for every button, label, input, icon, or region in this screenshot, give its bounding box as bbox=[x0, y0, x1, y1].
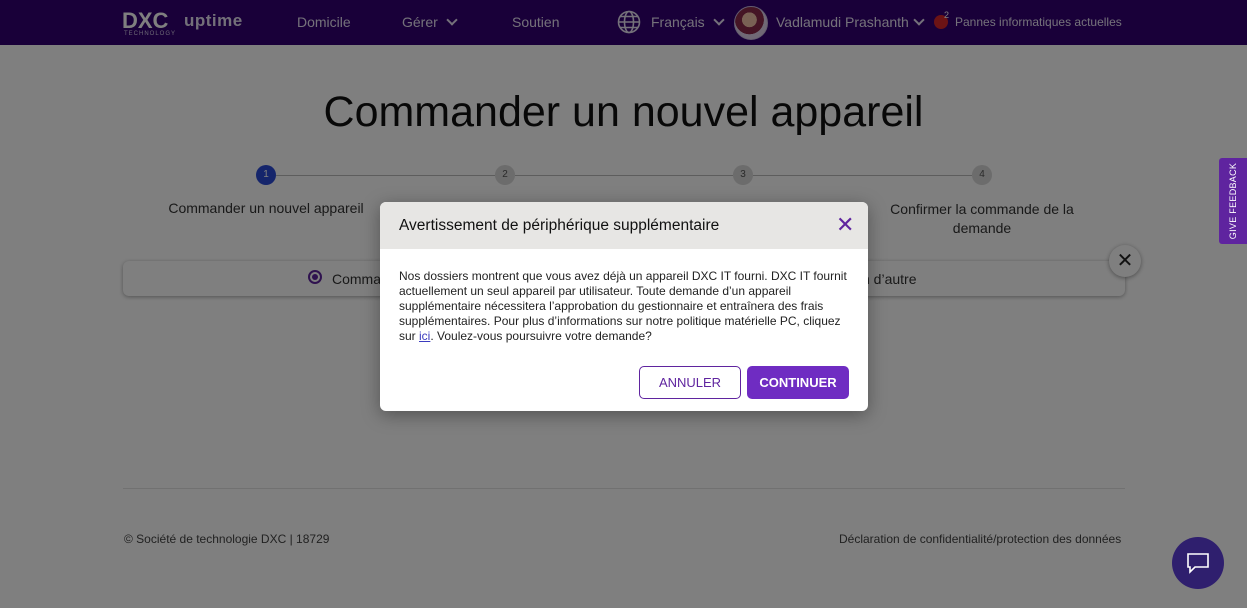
feedback-label: GIVE FEEDBACK bbox=[1228, 162, 1238, 240]
dialog-message-end: . Voulez-vous poursuivre votre demande? bbox=[430, 329, 652, 343]
dialog-title: Avertissement de périphérique supplément… bbox=[399, 217, 720, 234]
additional-device-warning-dialog: Avertissement de périphérique supplément… bbox=[380, 202, 868, 411]
chat-icon bbox=[1187, 553, 1209, 574]
policy-link[interactable]: ici bbox=[419, 329, 430, 343]
cancel-button[interactable]: ANNULER bbox=[639, 366, 741, 399]
dialog-header: Avertissement de périphérique supplément… bbox=[380, 202, 868, 249]
chat-button[interactable] bbox=[1172, 537, 1224, 589]
close-icon[interactable]: ✕ bbox=[836, 214, 854, 236]
give-feedback-tab[interactable]: GIVE FEEDBACK bbox=[1219, 158, 1247, 244]
continue-button[interactable]: CONTINUER bbox=[747, 366, 849, 399]
dialog-message: Nos dossiers montrent que vous avez déjà… bbox=[399, 269, 851, 344]
